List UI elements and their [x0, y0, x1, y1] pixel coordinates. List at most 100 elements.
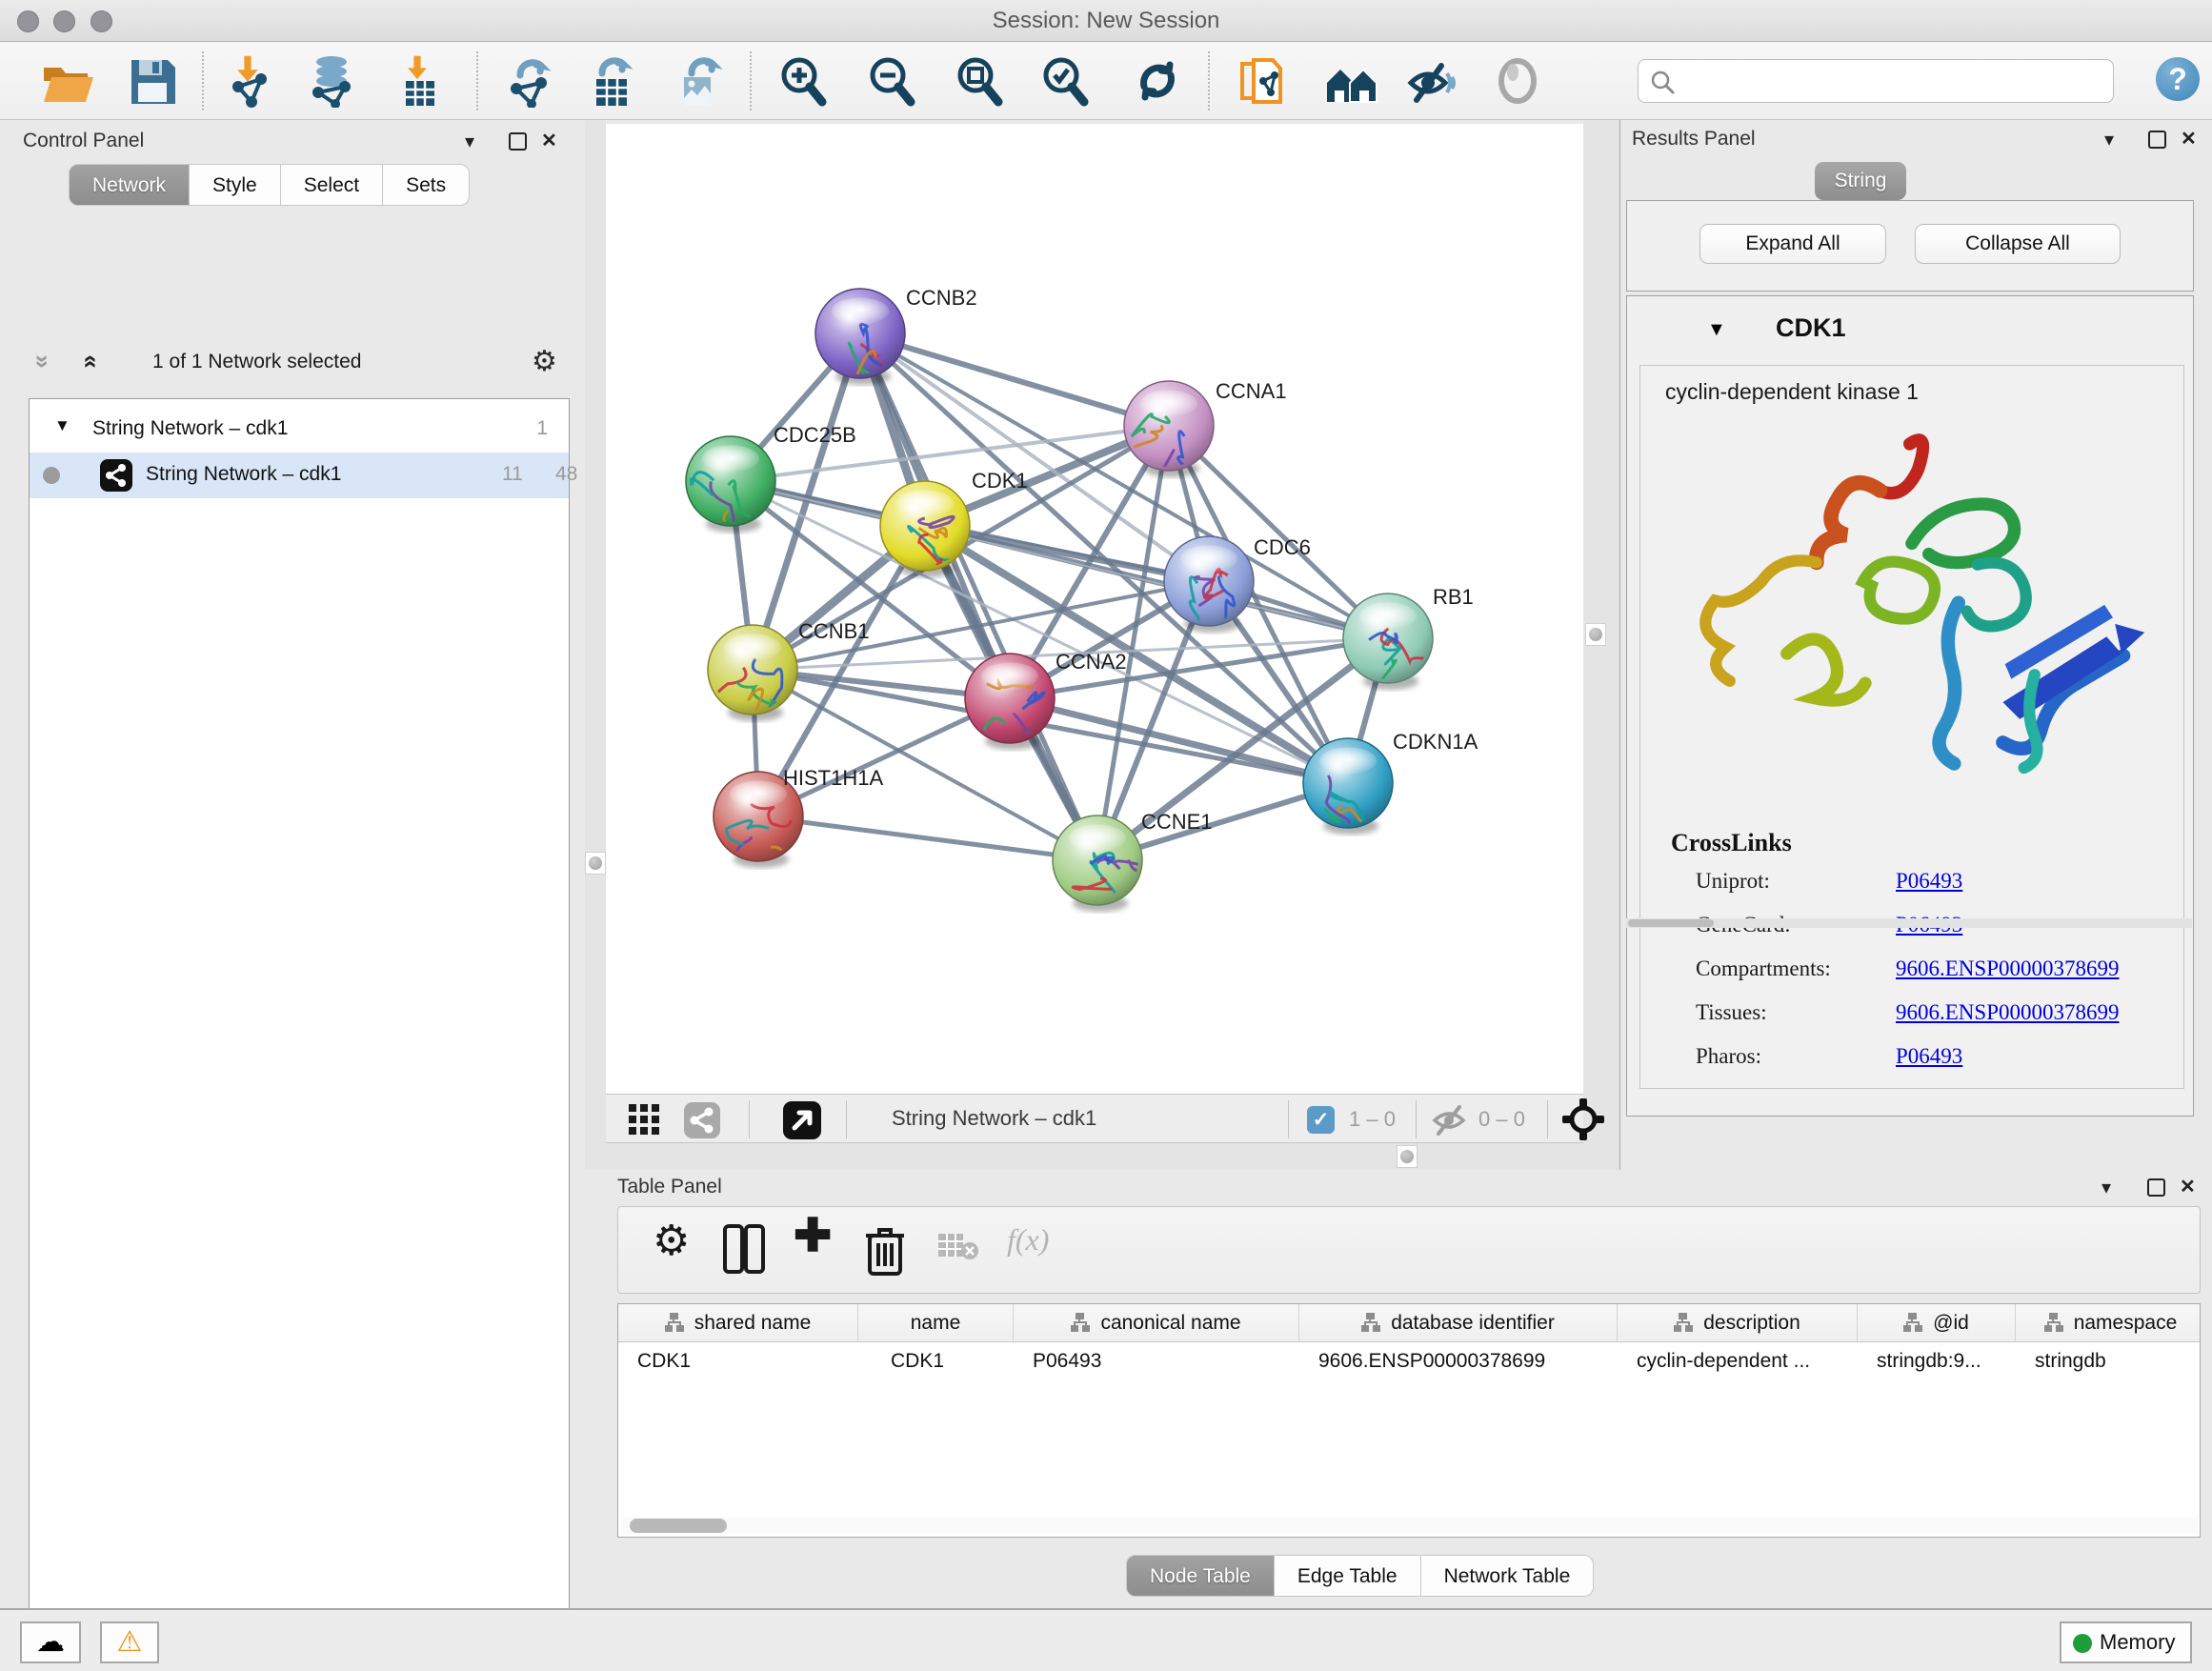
add-row-plus-icon[interactable]: ✚: [794, 1209, 832, 1262]
collapse-all-icon[interactable]: »: [29, 354, 58, 368]
string-results-tab[interactable]: String: [1815, 162, 1906, 200]
tree-expand-icon[interactable]: ▼: [54, 416, 70, 435]
close-panel-icon[interactable]: ✕: [541, 129, 557, 152]
string-network-graph[interactable]: CCNB2CCNA1CDC25BCDK1CDC6RB1CCNB1CCNA2CDK…: [606, 124, 1583, 1094]
string-home-icon[interactable]: [1325, 54, 1378, 108]
table-cell[interactable]: CDK1: [618, 1342, 858, 1380]
tab-network[interactable]: Network: [69, 164, 190, 206]
node-CDC6[interactable]: CDC6: [1164, 535, 1311, 636]
right-splitter-grip[interactable]: [1585, 623, 1606, 646]
search-input[interactable]: [1638, 59, 2114, 103]
table-cell[interactable]: 9606.ENSP00000378699: [1299, 1342, 1618, 1380]
export-network-icon[interactable]: [503, 54, 556, 108]
column-header-canonical-name[interactable]: canonical name: [1014, 1304, 1299, 1342]
save-session-icon[interactable]: [126, 54, 179, 108]
columns-icon[interactable]: [723, 1224, 765, 1274]
collapse-panel-icon[interactable]: ▾: [2104, 128, 2114, 151]
hidden-eye-icon[interactable]: [1431, 1105, 1467, 1136]
zoom-fit-icon[interactable]: [953, 54, 1006, 108]
delete-row-trash-icon[interactable]: [864, 1224, 906, 1276]
expand-all-icon[interactable]: »: [74, 354, 104, 368]
control-panel-tabs: NetworkStyleSelectSets: [69, 164, 470, 206]
collapse-all-button[interactable]: Collapse All: [1915, 224, 2121, 264]
crosslink-value-link[interactable]: 9606.ENSP00000378699: [1896, 1000, 2120, 1025]
string-view-icon[interactable]: [684, 1102, 720, 1138]
left-splitter-grip[interactable]: [585, 852, 606, 875]
column-header-description[interactable]: description: [1618, 1304, 1858, 1342]
node-table[interactable]: shared namenamecanonical namedatabase id…: [617, 1303, 2201, 1538]
close-panel-icon[interactable]: ✕: [2180, 1175, 2196, 1198]
right-splitter[interactable]: [1583, 120, 1619, 1170]
import-network-database-icon[interactable]: [305, 54, 358, 108]
results-scrollbar[interactable]: [1626, 918, 2192, 928]
node-CDKN1A[interactable]: CDKN1A: [1303, 730, 1478, 845]
tab-sets[interactable]: Sets: [383, 164, 470, 206]
tab-select[interactable]: Select: [281, 164, 383, 206]
tab-style[interactable]: Style: [190, 164, 281, 206]
memory-button[interactable]: Memory: [2060, 1621, 2192, 1663]
gene-detail-card: cyclin-dependent kinase 1: [1639, 365, 2184, 1089]
table-cell[interactable]: P06493: [1014, 1342, 1299, 1380]
table-row[interactable]: CDK1CDK1P064939606.ENSP00000378699cyclin…: [618, 1342, 2201, 1380]
zoom-out-icon[interactable]: [865, 54, 918, 108]
column-header-namespace[interactable]: namespace: [2016, 1304, 2201, 1342]
import-network-file-icon[interactable]: [223, 54, 276, 108]
node-HIST1H1A[interactable]: HIST1H1A: [714, 766, 883, 901]
float-panel-icon[interactable]: [2148, 131, 2166, 149]
node-RB1[interactable]: RB1: [1343, 585, 1474, 694]
import-table-file-icon[interactable]: [392, 54, 446, 108]
separator: [1288, 1100, 1289, 1138]
warnings-button[interactable]: ⚠: [100, 1621, 159, 1663]
table-cell[interactable]: cyclin-dependent ...: [1618, 1342, 1858, 1380]
float-panel-icon[interactable]: [509, 132, 527, 151]
table-horizontal-scrollbar[interactable]: [622, 1518, 2198, 1534]
export-table-icon[interactable]: [585, 54, 638, 108]
hide-eye-icon[interactable]: [1403, 54, 1457, 108]
table-cell[interactable]: stringdb:9...: [1858, 1342, 2016, 1380]
node-CCNB2[interactable]: CCNB2: [815, 286, 977, 390]
export-image-icon[interactable]: [673, 54, 726, 108]
column-header-@id[interactable]: @id: [1858, 1304, 2016, 1342]
network-options-gear-icon[interactable]: ⚙: [532, 345, 557, 378]
horizontal-splitter-grip[interactable]: [1397, 1145, 1418, 1168]
table-cell[interactable]: CDK1: [858, 1342, 1014, 1380]
delete-table-icon[interactable]: [938, 1232, 978, 1260]
refresh-view-icon[interactable]: [1131, 54, 1184, 108]
function-builder-icon[interactable]: f(x): [1007, 1222, 1049, 1258]
grid-view-icon[interactable]: [629, 1104, 661, 1137]
crosslink-value-link[interactable]: P06493: [1896, 1044, 1962, 1069]
close-panel-icon[interactable]: ✕: [2181, 127, 2197, 151]
collapse-panel-icon[interactable]: ▾: [465, 130, 474, 153]
table-panel-title: Table Panel: [617, 1176, 722, 1198]
crosshair-icon[interactable]: [1562, 1098, 1604, 1140]
crosslink-value-link[interactable]: 9606.ENSP00000378699: [1896, 956, 2120, 981]
column-header-database-identifier[interactable]: database identifier: [1299, 1304, 1618, 1342]
tab-edge-table[interactable]: Edge Table: [1275, 1555, 1421, 1597]
collapse-panel-icon[interactable]: ▾: [2101, 1176, 2111, 1199]
cloud-button[interactable]: ☁: [20, 1621, 81, 1663]
zoom-in-icon[interactable]: [776, 54, 830, 108]
column-header-shared-name[interactable]: shared name: [618, 1304, 858, 1342]
selected-checkbox[interactable]: ✓: [1307, 1106, 1335, 1134]
crosslink-value-link[interactable]: P06493: [1896, 869, 1962, 894]
float-panel-icon[interactable]: [2147, 1178, 2165, 1197]
birds-eye-view-icon[interactable]: [783, 1101, 821, 1139]
node-CCNE1[interactable]: CCNE1: [1053, 810, 1213, 912]
gene-expand-icon[interactable]: ▼: [1707, 319, 1726, 341]
open-session-icon[interactable]: [40, 54, 93, 108]
zoom-selected-icon[interactable]: [1038, 54, 1092, 108]
gray-eye-icon[interactable]: [1491, 54, 1544, 108]
column-header-name[interactable]: name: [858, 1304, 1014, 1342]
network-collection-row[interactable]: ▼ String Network – cdk1 1: [30, 407, 569, 453]
network-canvas[interactable]: CCNB2CCNA1CDC25BCDK1CDC6RB1CCNB1CCNA2CDK…: [606, 124, 1583, 1094]
table-cell[interactable]: stringdb: [2016, 1342, 2201, 1380]
tab-network-table[interactable]: Network Table: [1421, 1555, 1595, 1597]
copy-network-view-icon[interactable]: [1237, 54, 1290, 108]
node-CDC25B[interactable]: CDC25B: [686, 423, 856, 559]
expand-all-button[interactable]: Expand All: [1699, 224, 1886, 264]
network-row-selected[interactable]: String Network – cdk1 11 48: [30, 453, 569, 498]
node-CCNA1[interactable]: CCNA1: [1124, 379, 1287, 492]
table-settings-gear-icon[interactable]: ⚙: [653, 1217, 690, 1265]
tab-node-table[interactable]: Node Table: [1126, 1555, 1275, 1597]
help-button[interactable]: ?: [2156, 57, 2200, 101]
